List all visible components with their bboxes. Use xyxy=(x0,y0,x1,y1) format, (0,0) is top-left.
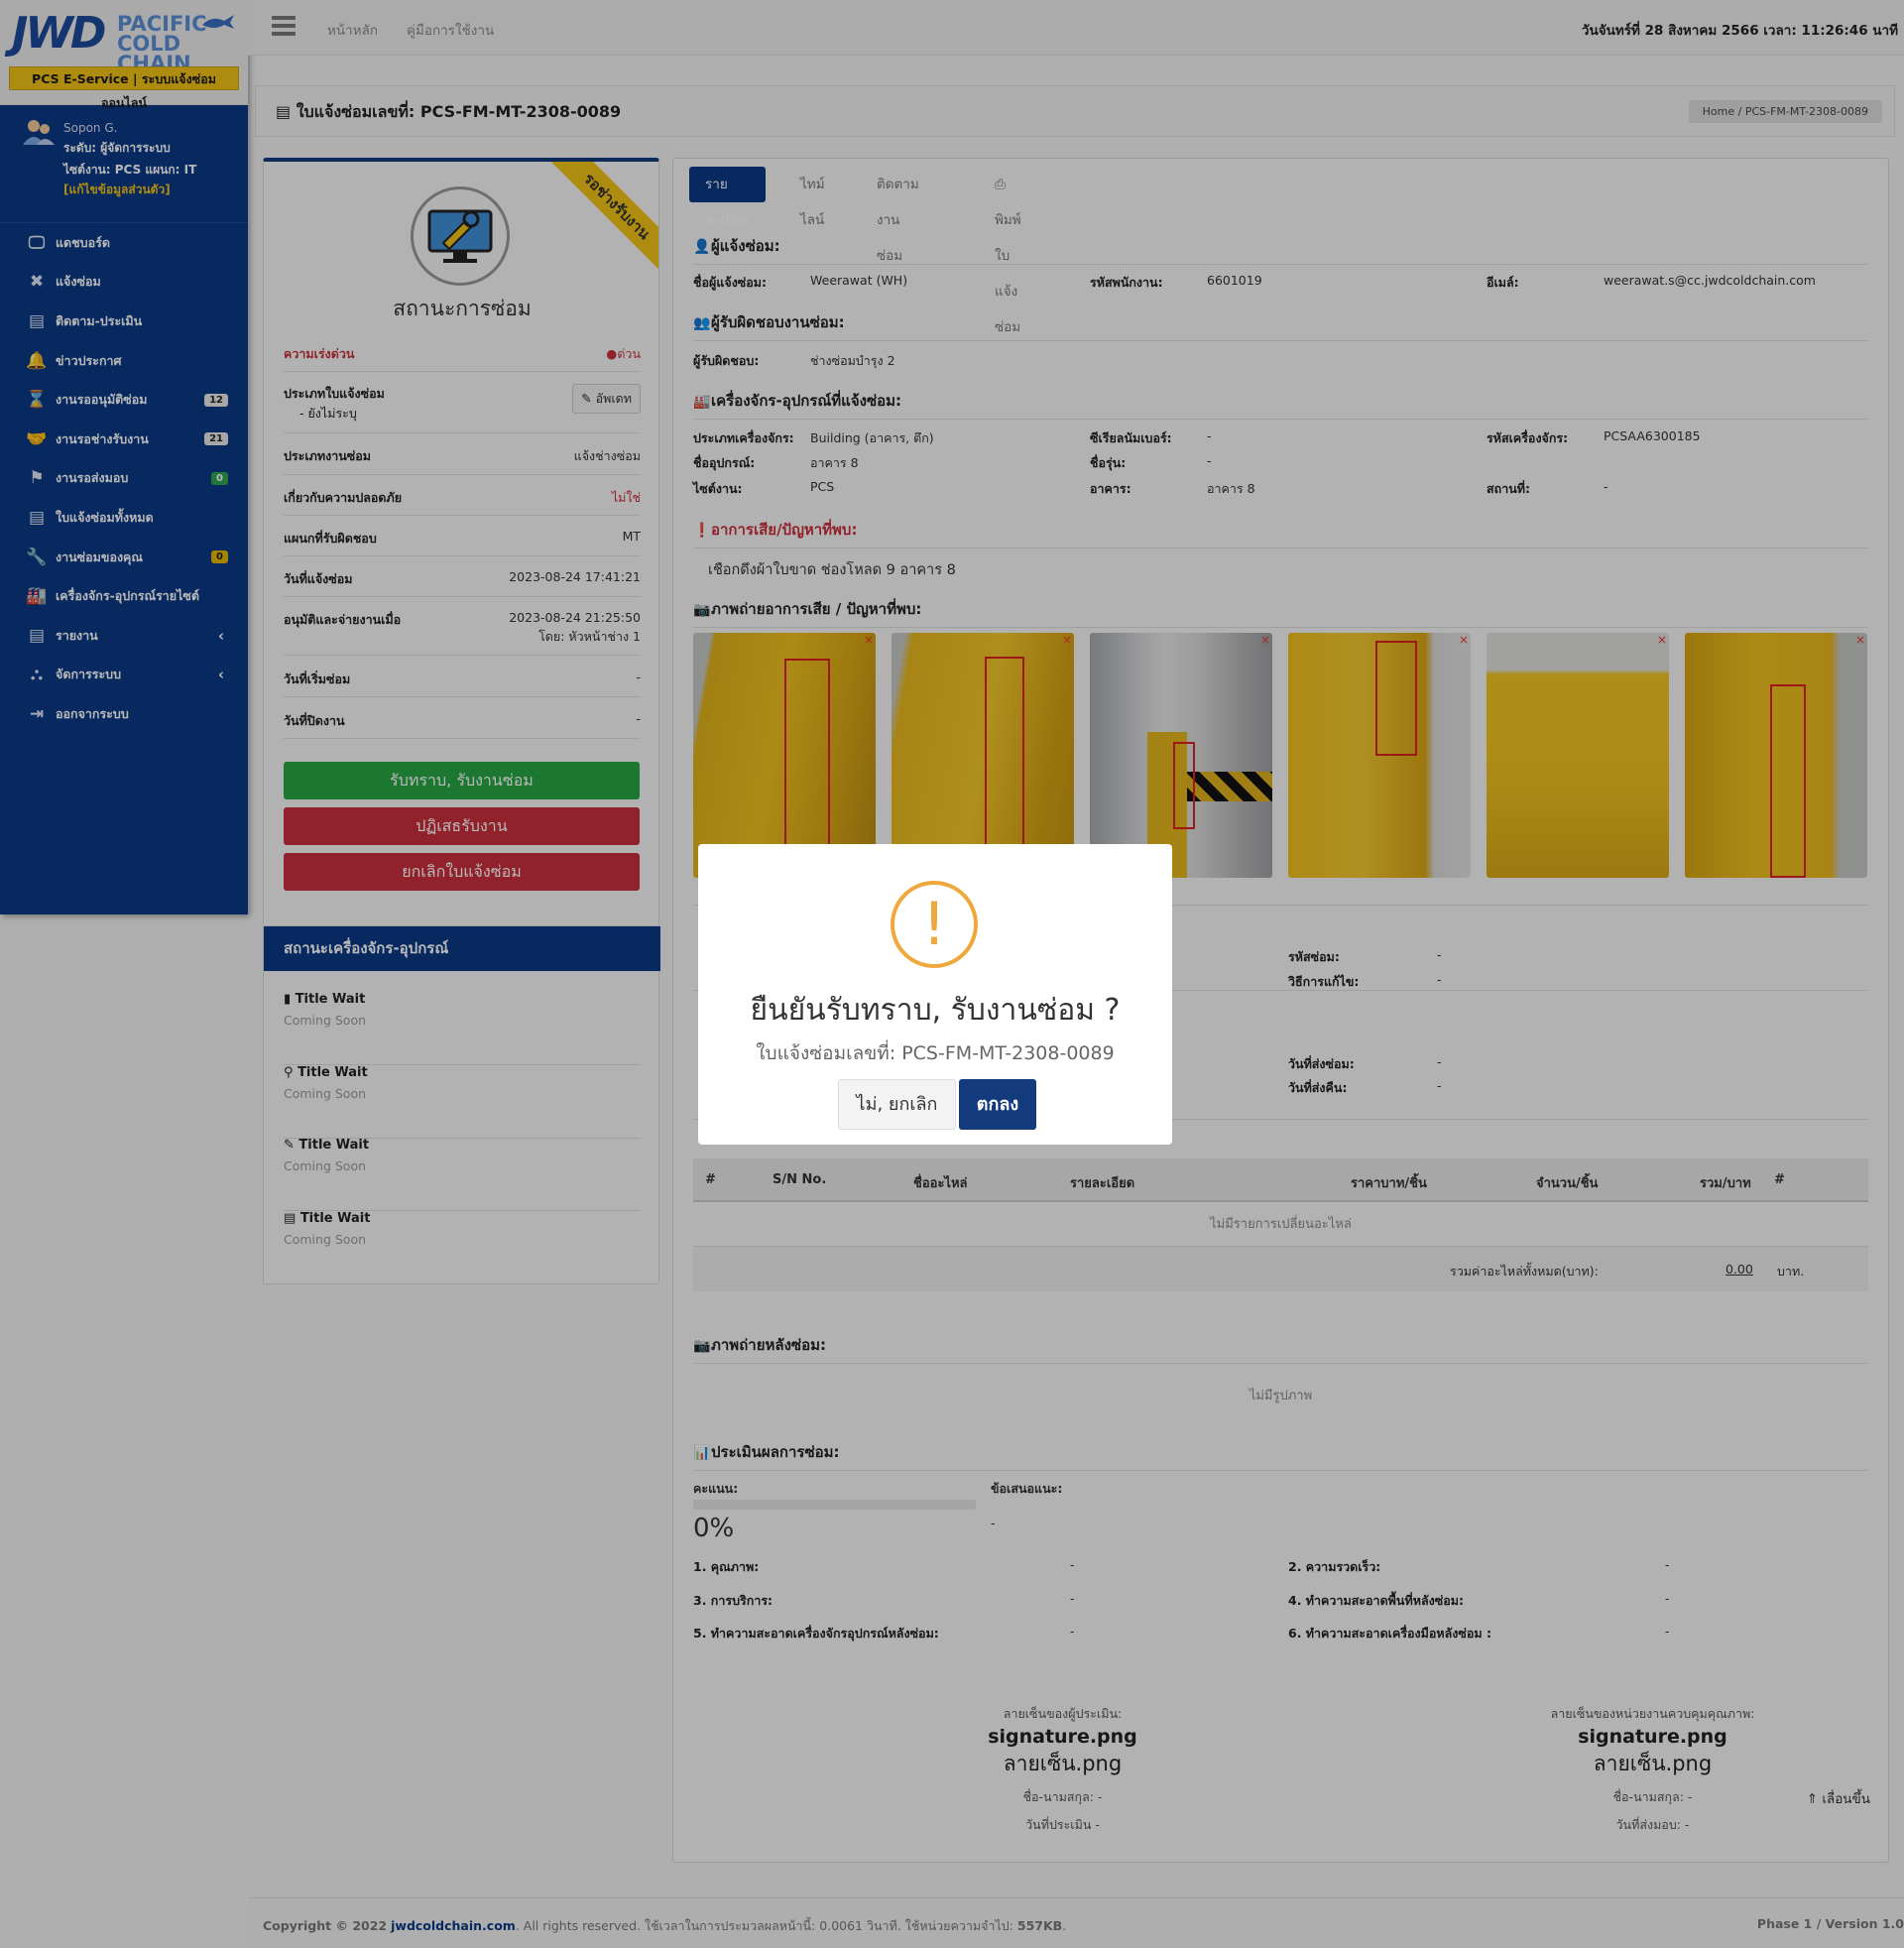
dialog-subtitle: ใบแจ้งซ่อมเลขที่: PCS-FM-MT-2308-0089 xyxy=(756,1042,1115,1064)
dialog-ok-button[interactable]: ตกลง xyxy=(959,1079,1036,1130)
dialog-title: ยืนยันรับทราบ, รับงานซ่อม ? xyxy=(750,993,1121,1028)
dialog-cancel-button[interactable]: ไม่, ยกเลิก xyxy=(838,1079,956,1130)
exclamation-icon: ! xyxy=(891,881,978,968)
confirm-dialog: ! ยืนยันรับทราบ, รับงานซ่อม ? ใบแจ้งซ่อม… xyxy=(698,844,1172,1145)
